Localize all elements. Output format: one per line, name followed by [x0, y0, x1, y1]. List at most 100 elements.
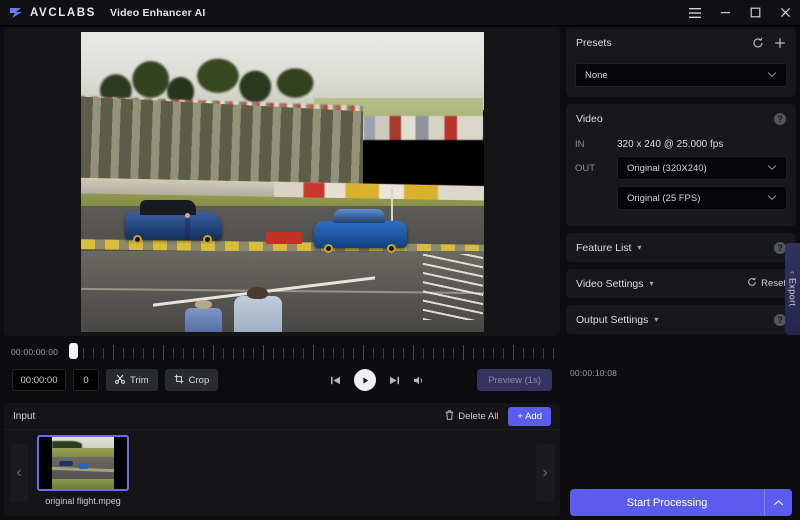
preview-button[interactable]: Preview (1s): [477, 369, 552, 391]
video-settings-card[interactable]: Video Settings ▾ Reset: [566, 269, 796, 298]
minimize-icon[interactable]: [710, 0, 740, 26]
trim-label: Trim: [130, 375, 149, 386]
presets-title: Presets: [576, 37, 612, 49]
delete-all-label: Delete All: [458, 411, 498, 422]
spectator-one: [234, 296, 282, 332]
timeline[interactable]: 00:00:00:00 00:00:10:08: [4, 340, 560, 364]
in-label: IN: [575, 139, 617, 150]
thumbnail-preview[interactable]: [37, 435, 129, 491]
scissors-icon: [115, 374, 125, 387]
app-title: Video Enhancer AI: [110, 7, 206, 19]
thumbnail-list: original flight.mpeg: [28, 435, 536, 511]
chevron-left-icon: ‹: [788, 271, 797, 274]
play-icon[interactable]: [354, 369, 376, 391]
presets-body: None: [566, 57, 796, 97]
input-panel: Input Delete All + Add ‹: [4, 403, 560, 516]
video-settings-header[interactable]: Video Settings ▾ Reset: [566, 269, 796, 298]
transport-controls: [330, 369, 425, 391]
presets-card: Presets None: [566, 28, 796, 97]
help-icon[interactable]: ?: [774, 113, 786, 125]
output-resolution-select[interactable]: Original (320X240): [617, 156, 787, 180]
timeline-major-ticks: [64, 342, 554, 362]
timeline-start-timecode: 00:00:00:00: [4, 347, 58, 357]
chevron-down-icon: ▾: [637, 243, 641, 252]
chevron-down-icon: [767, 70, 777, 81]
input-thumbnail-strip: ‹ original flight.mpeg ›: [4, 430, 560, 516]
brand: AVCLABS: [0, 6, 96, 20]
next-frame-icon[interactable]: [389, 375, 400, 386]
timeline-ruler[interactable]: [64, 342, 554, 362]
volume-icon[interactable]: [413, 375, 425, 386]
playback-controls: 00:00:00 0 Trim Crop: [4, 364, 560, 396]
window-controls: [680, 0, 800, 26]
chevron-down-icon: [767, 193, 777, 204]
trim-button[interactable]: Trim: [106, 369, 158, 391]
output-settings-card[interactable]: Output Settings ▾ ?: [566, 305, 796, 334]
delete-all-button[interactable]: Delete All: [445, 410, 498, 423]
frame-number-field[interactable]: 0: [73, 369, 99, 391]
output-framerate-select[interactable]: Original (25 FPS): [617, 186, 787, 210]
export-tab-label: Export: [788, 278, 798, 306]
feature-list-title: Feature List: [576, 242, 631, 254]
preset-select[interactable]: None: [575, 63, 787, 87]
output-resolution-row: OUT Original (320X240): [575, 156, 787, 180]
timeline-playhead[interactable]: [69, 343, 78, 359]
feature-list-header[interactable]: Feature List ▾ ?: [566, 233, 796, 262]
crop-button[interactable]: Crop: [165, 369, 219, 391]
reset-button[interactable]: Reset: [747, 277, 786, 290]
out-label: OUT: [575, 163, 617, 174]
output-framerate-row: Original (25 FPS): [575, 186, 787, 210]
avclabs-logo-icon: [9, 6, 24, 20]
start-processing-button[interactable]: Start Processing: [570, 489, 792, 516]
preset-selected-value: None: [585, 70, 608, 81]
app-window: AVCLABS Video Enhancer AI: [0, 0, 800, 520]
strip-next-arrow[interactable]: ›: [536, 444, 554, 502]
strip-prev-arrow[interactable]: ‹: [10, 444, 28, 502]
thumbnail-image: [52, 437, 114, 489]
output-framerate-value: Original (25 FPS): [627, 193, 700, 204]
chevron-down-icon: ▾: [650, 279, 654, 288]
blue-car-right: [314, 221, 407, 248]
video-settings-title: Video Settings: [576, 278, 644, 290]
input-panel-header: Input Delete All + Add: [4, 403, 560, 430]
input-info-row: IN 320 x 240 @ 25.000 fps: [575, 139, 787, 150]
input-panel-title: Input: [13, 411, 35, 422]
current-time-field[interactable]: 00:00:00: [12, 369, 66, 391]
plus-icon[interactable]: [774, 37, 786, 49]
trash-icon: [445, 410, 454, 423]
crop-icon: [174, 374, 184, 387]
output-settings-title: Output Settings: [576, 314, 648, 326]
track-marshal: [185, 218, 190, 240]
output-resolution-value: Original (320X240): [627, 163, 707, 174]
chevron-down-icon: ▾: [654, 315, 658, 324]
list-item[interactable]: original flight.mpeg: [37, 435, 129, 506]
crop-label: Crop: [189, 375, 210, 386]
hamburger-menu-icon[interactable]: [680, 0, 710, 26]
export-tab[interactable]: ‹ Export: [785, 243, 800, 335]
maximize-icon[interactable]: [740, 0, 770, 26]
reset-label: Reset: [761, 278, 786, 289]
in-value: 320 x 240 @ 25.000 fps: [617, 139, 723, 150]
video-preview-area: [4, 28, 560, 336]
previous-frame-icon[interactable]: [330, 375, 341, 386]
red-equipment-box: [266, 232, 302, 244]
chevron-down-icon: [767, 163, 777, 174]
video-player[interactable]: [81, 32, 484, 332]
title-bar: AVCLABS Video Enhancer AI: [0, 0, 800, 26]
blue-car-left: [125, 212, 222, 239]
refresh-icon: [747, 277, 757, 290]
presets-header: Presets: [566, 28, 796, 57]
video-card: Video ? IN 320 x 240 @ 25.000 fps OUT Or…: [566, 104, 796, 226]
output-settings-header[interactable]: Output Settings ▾ ?: [566, 305, 796, 334]
settings-sidebar: Presets None: [566, 28, 796, 516]
feature-list-card[interactable]: Feature List ▾ ?: [566, 233, 796, 262]
close-icon[interactable]: [770, 0, 800, 26]
thumbnail-filename: original flight.mpeg: [37, 496, 129, 506]
add-button[interactable]: + Add: [508, 407, 551, 426]
start-processing-label: Start Processing: [570, 489, 764, 516]
brand-text: AVCLABS: [30, 7, 96, 19]
refresh-icon[interactable]: [752, 37, 764, 49]
chevron-up-icon[interactable]: [764, 489, 792, 516]
video-card-title: Video: [576, 113, 603, 125]
video-card-body: IN 320 x 240 @ 25.000 fps OUT Original (…: [566, 133, 796, 226]
